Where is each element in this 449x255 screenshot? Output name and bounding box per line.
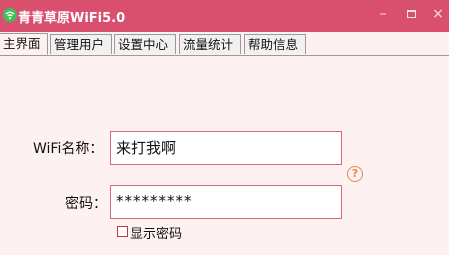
tab-bar: 主界面 管理用户 设置中心 流量统计 帮助信息	[0, 33, 449, 56]
title-bar: 青青草原WiFi5.0 – ×	[0, 0, 449, 32]
minimize-icon: –	[379, 6, 387, 22]
help-icon[interactable]: ?	[347, 166, 363, 182]
ssid-input[interactable]: 来打我啊	[110, 131, 342, 165]
minimize-button[interactable]: –	[370, 4, 396, 24]
tab-main[interactable]: 主界面	[0, 33, 48, 55]
wifi-icon	[3, 8, 17, 22]
tab-traffic-stats[interactable]: 流量统计	[179, 34, 241, 54]
maximize-icon	[406, 10, 416, 18]
ssid-label: WiFi名称：	[33, 141, 104, 157]
password-input[interactable]: *********	[110, 185, 342, 219]
window-title: 青青草原WiFi5.0	[18, 11, 126, 26]
show-password-label[interactable]: 显示密码	[130, 223, 182, 242]
tab-settings[interactable]: 设置中心	[114, 34, 176, 54]
close-icon: ×	[432, 6, 444, 22]
password-label: 密码：	[65, 196, 107, 212]
close-button[interactable]: ×	[425, 4, 449, 24]
maximize-button[interactable]	[398, 4, 424, 24]
tab-help[interactable]: 帮助信息	[244, 34, 306, 54]
tab-manage-users[interactable]: 管理用户	[50, 34, 112, 54]
show-password-checkbox[interactable]	[117, 226, 128, 237]
